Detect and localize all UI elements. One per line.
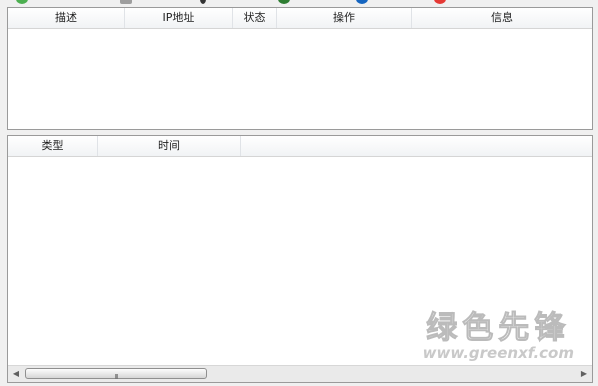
toolbar-info-icon[interactable] (356, 0, 368, 4)
column-header-ip-address[interactable]: IP地址 (125, 8, 233, 28)
watermark-brand: 绿色先锋 (426, 310, 571, 347)
toolbar-stop-icon[interactable] (434, 0, 446, 4)
column-header-operation[interactable]: 操作 (277, 8, 412, 28)
column-header-status[interactable]: 状态 (233, 8, 277, 28)
column-header-time[interactable]: 时间 (98, 136, 241, 156)
toolbar-green-icon[interactable] (16, 0, 28, 4)
scroll-left-arrow-icon[interactable]: ◀ (8, 366, 24, 382)
toolbar-strip (0, 0, 598, 5)
connection-list-header: 描述 IP地址 状态 操作 信息 (8, 8, 592, 29)
log-list-header: 类型 时间 (8, 136, 592, 157)
log-list-pane[interactable]: 类型 时间 绿色先锋 www.greenxf.com ◀ III ▶ (7, 135, 593, 383)
column-header-info[interactable]: 信息 (412, 8, 592, 28)
column-header-type[interactable]: 类型 (8, 136, 98, 156)
column-header-description[interactable]: 描述 (8, 8, 125, 28)
connection-list-pane[interactable]: 描述 IP地址 状态 操作 信息 (7, 7, 593, 130)
horizontal-scrollbar[interactable]: ◀ III ▶ (8, 365, 592, 382)
scrollbar-grip: III (114, 373, 118, 381)
toolbar-pointer-icon[interactable] (200, 0, 206, 4)
watermark-url: www.greenxf.com (422, 344, 574, 362)
watermark: 绿色先锋 www.greenxf.com (422, 302, 574, 363)
scrollbar-thumb[interactable]: III (25, 368, 207, 381)
scroll-right-arrow-icon[interactable]: ▶ (576, 366, 592, 382)
toolbar-refresh-icon[interactable] (278, 0, 290, 4)
toolbar-doc-icon[interactable] (120, 0, 132, 4)
